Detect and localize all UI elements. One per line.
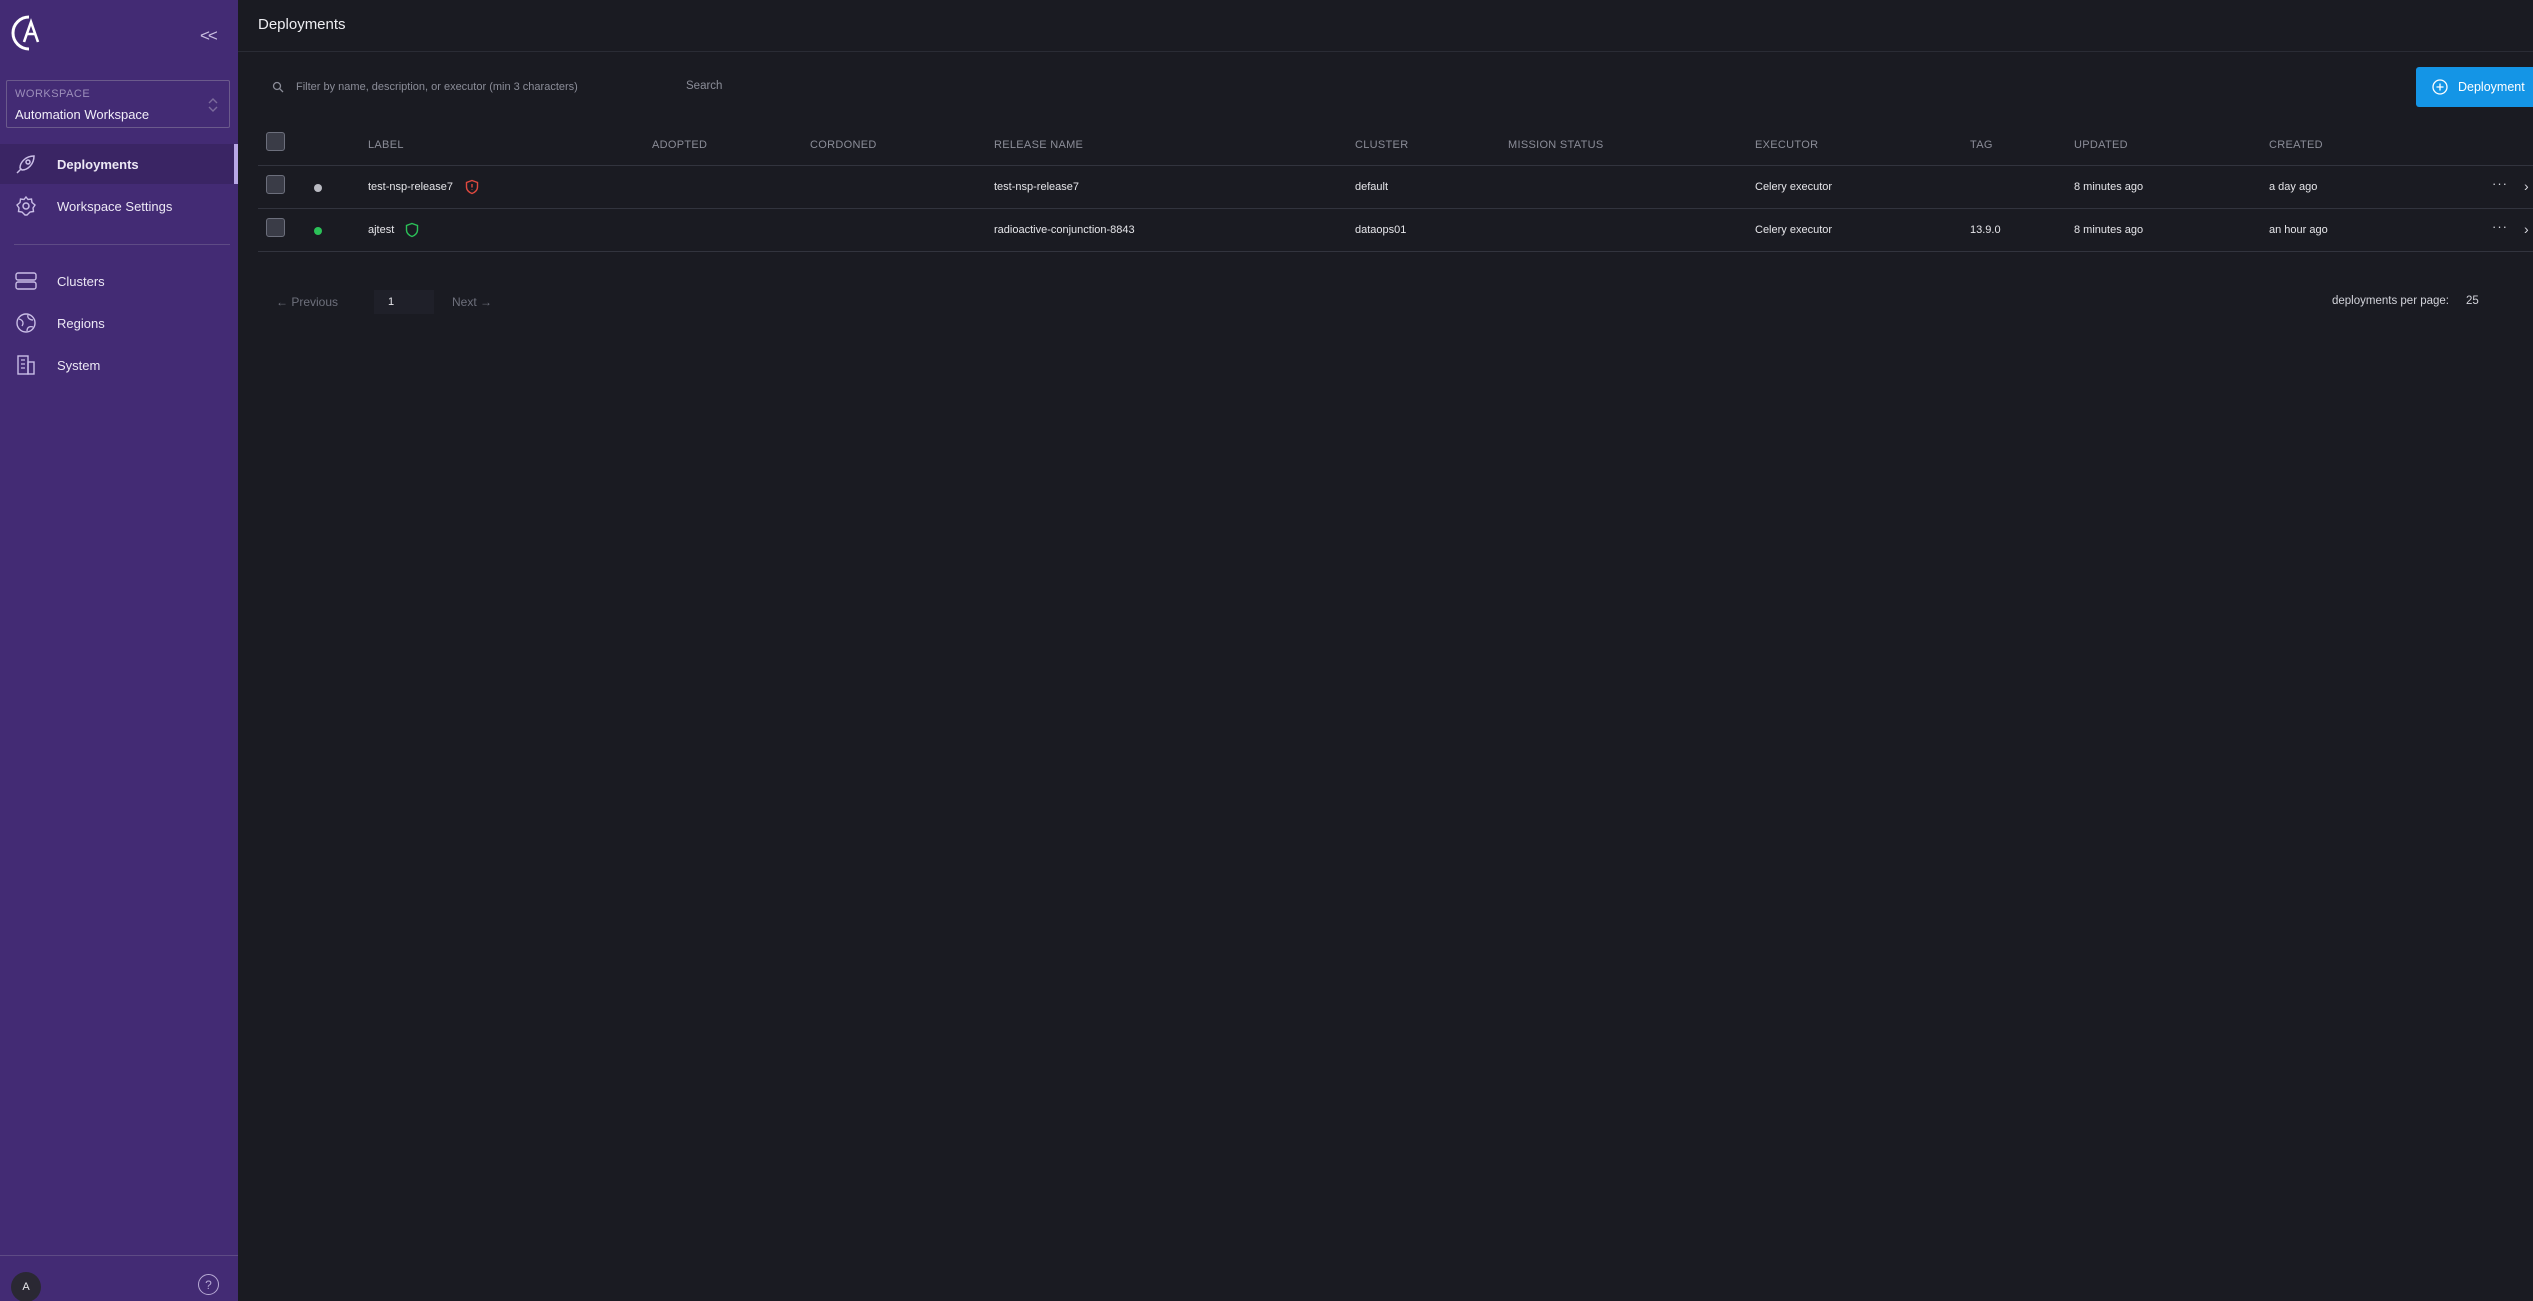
sidebar-item-label: Deployments (57, 156, 139, 172)
deployment-label[interactable]: ajtest (368, 224, 394, 236)
sidebar: << WORKSPACE Automation Workspace Deploy… (0, 0, 238, 1301)
sidebar-item-label: Workspace Settings (57, 198, 173, 214)
sidebar-item-regions[interactable]: Regions (0, 303, 238, 343)
add-deployment-button[interactable]: Deployment (2416, 67, 2533, 107)
next-page-button[interactable]: Next → (452, 295, 492, 309)
chevron-right-icon[interactable]: › (2524, 178, 2529, 194)
updated-time: 8 minutes ago (2074, 224, 2144, 236)
column-header-updated[interactable]: UPDATED (2074, 139, 2128, 151)
sidebar-item-system[interactable]: System (0, 345, 238, 385)
gear-icon (16, 195, 36, 216)
search-icon (272, 81, 284, 93)
column-header-cordoned[interactable]: CORDONED (810, 139, 877, 151)
column-header-executor[interactable]: EXECUTOR (1755, 139, 1818, 151)
row-checkbox[interactable] (266, 218, 285, 237)
status-indicator (314, 184, 322, 192)
sidebar-bottom-divider (0, 1255, 238, 1256)
workspace-value: Automation Workspace (15, 107, 150, 122)
per-page-label: deployments per page: (2332, 295, 2449, 307)
more-actions-button[interactable]: ··· (2492, 176, 2508, 191)
table-row[interactable]: test-nsp-release7 test-nsp-release7 defa… (258, 166, 2533, 209)
chevron-updown-icon (208, 98, 218, 112)
per-page-select[interactable]: 25 (2466, 295, 2479, 307)
search-button[interactable]: Search (686, 80, 722, 92)
plus-circle-icon (2432, 79, 2448, 95)
column-header-created[interactable]: CREATED (2269, 139, 2323, 151)
cluster-name: dataops01 (1355, 224, 1407, 236)
column-header-release-name[interactable]: RELEASE NAME (994, 139, 1083, 151)
sidebar-item-label: System (57, 357, 101, 373)
search-input[interactable] (296, 76, 646, 98)
workspace-label: WORKSPACE (15, 88, 91, 100)
header-divider (238, 51, 2533, 52)
executor: Celery executor (1755, 181, 1833, 193)
executor: Celery executor (1755, 224, 1833, 236)
status-indicator (314, 227, 322, 235)
column-header-adopted[interactable]: ADOPTED (652, 139, 707, 151)
shield-icon (465, 179, 479, 195)
column-header-tag[interactable]: TAG (1970, 139, 1993, 151)
updated-time: 8 minutes ago (2074, 181, 2144, 193)
table-row[interactable]: ajtest radioactive-conjunction-8843 data… (258, 209, 2533, 252)
cluster-name: default (1355, 181, 1389, 193)
row-checkbox[interactable] (266, 175, 285, 194)
previous-page-button[interactable]: ← Previous (276, 295, 338, 309)
collapse-sidebar-button[interactable]: << (200, 26, 218, 46)
workspace-selector[interactable]: WORKSPACE Automation Workspace (6, 80, 230, 128)
help-icon[interactable]: ? (198, 1274, 219, 1295)
sidebar-item-label: Regions (57, 315, 105, 331)
avatar[interactable]: A (11, 1272, 41, 1301)
add-deployment-label: Deployment (2458, 80, 2525, 94)
table-header: LABEL ADOPTED CORDONED RELEASE NAME CLUS… (258, 124, 2533, 166)
globe-icon (16, 313, 36, 333)
created-time: an hour ago (2269, 224, 2328, 236)
more-actions-button[interactable]: ··· (2492, 219, 2508, 234)
column-header-cluster[interactable]: CLUSTER (1355, 139, 1408, 151)
sidebar-item-workspace-settings[interactable]: Workspace Settings (0, 186, 238, 226)
tag: 13.9.0 (1970, 224, 2001, 236)
chevron-right-icon[interactable]: › (2524, 221, 2529, 237)
sidebar-item-clusters[interactable]: Clusters (0, 261, 238, 301)
logo-icon[interactable] (7, 12, 43, 54)
sidebar-item-label: Clusters (57, 273, 105, 289)
release-name: test-nsp-release7 (994, 181, 1079, 193)
release-name: radioactive-conjunction-8843 (994, 224, 1135, 236)
page-title: Deployments (258, 16, 346, 33)
column-header-mission-status[interactable]: MISSION STATUS (1508, 139, 1603, 151)
building-icon (17, 355, 35, 375)
deployment-label[interactable]: test-nsp-release7 (368, 181, 453, 193)
select-all-checkbox[interactable] (266, 132, 285, 151)
rocket-icon (16, 155, 35, 174)
page-number-input[interactable] (374, 290, 434, 314)
column-header-label[interactable]: LABEL (368, 139, 404, 151)
sidebar-divider (14, 244, 230, 245)
shield-icon (405, 222, 419, 238)
created-time: a day ago (2269, 181, 2318, 193)
server-icon (15, 272, 37, 290)
sidebar-item-deployments[interactable]: Deployments (0, 144, 238, 184)
